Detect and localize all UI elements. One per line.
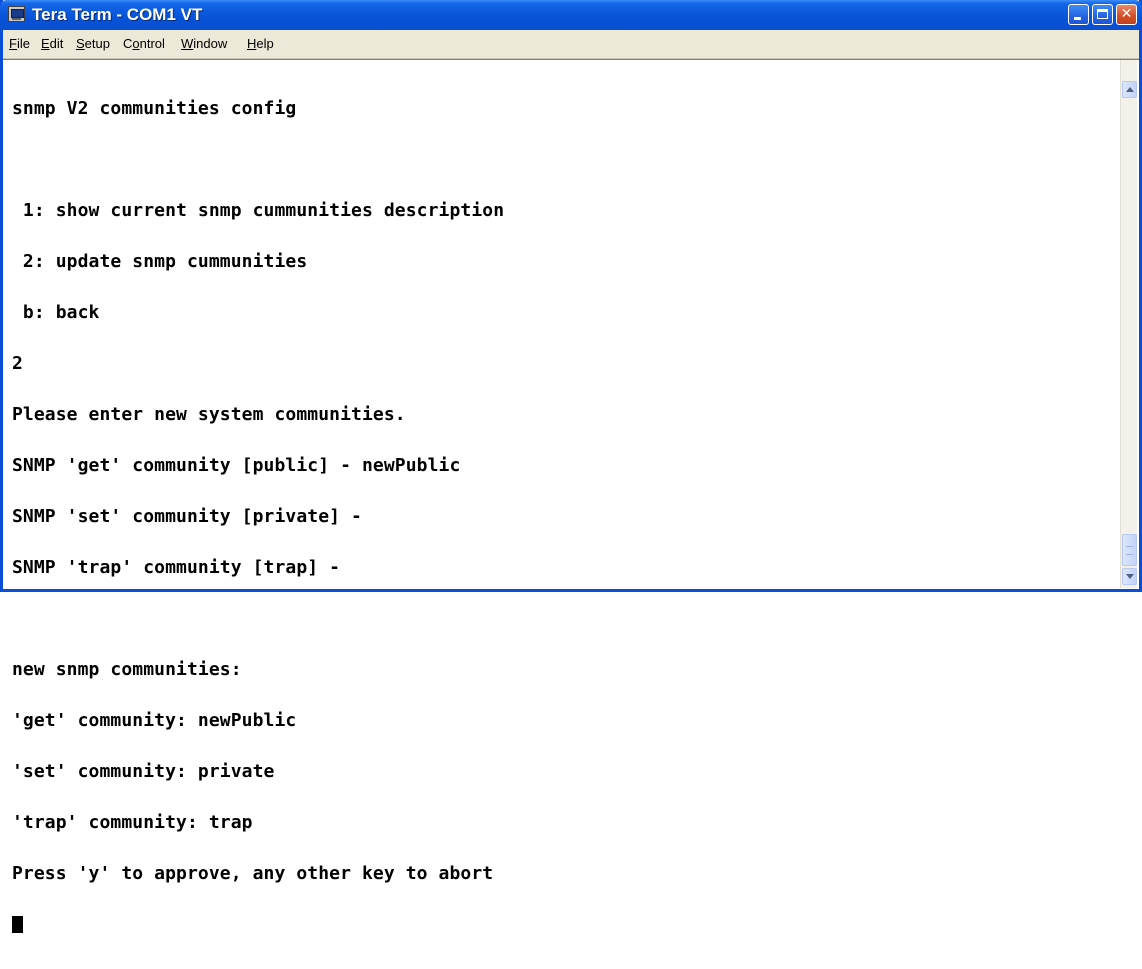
minimize-button[interactable] <box>1068 4 1089 25</box>
app-window: Tera Term - COM1 VT File Edit Setup Cont… <box>0 0 1142 933</box>
window-title: Tera Term - COM1 VT <box>32 5 203 24</box>
terminal-line: SNMP 'get' community [public] - newPubli… <box>12 455 461 476</box>
menu-help-access-key: H <box>247 36 257 51</box>
menu-edit-access-key: E <box>41 36 50 51</box>
menu-setup-access-key: S <box>76 36 85 51</box>
menu-file[interactable]: File <box>9 36 30 51</box>
maximize-button[interactable] <box>1092 4 1113 25</box>
terminal-output[interactable]: snmp V2 communities config 1: show curre… <box>12 66 1112 933</box>
terminal-cursor <box>12 916 23 933</box>
scroll-thumb[interactable] <box>1122 534 1137 566</box>
terminal-line: new snmp communities: <box>12 659 242 680</box>
scroll-down-button[interactable] <box>1122 568 1137 585</box>
menu-setup[interactable]: Setup <box>76 36 110 51</box>
vertical-scrollbar[interactable] <box>1120 60 1137 588</box>
cursor-line <box>12 916 1112 933</box>
terminal-line: 'trap' community: trap <box>12 812 253 833</box>
terminal-line: 2: update snmp cummunities <box>12 251 308 272</box>
terminal-line: snmp V2 communities config <box>12 98 297 119</box>
scroll-up-button[interactable] <box>1122 81 1137 98</box>
terminal-line: 2 <box>12 353 23 374</box>
terminal-line: 'set' community: private <box>12 761 275 782</box>
terminal-line: Press 'y' to approve, any other key to a… <box>12 863 494 884</box>
terminal-line: b: back <box>12 302 100 323</box>
terminal-line: SNMP 'trap' community [trap] - <box>12 557 341 578</box>
terminal-line: 'get' community: newPublic <box>12 710 297 731</box>
terminal-line: SNMP 'set' community [private] - <box>12 506 362 527</box>
terminal-line: 1: show current snmp cummunities descrip… <box>12 200 505 221</box>
title-bar[interactable]: Tera Term - COM1 VT <box>0 0 1142 30</box>
terminal-client-area[interactable]: snmp V2 communities config 1: show curre… <box>3 59 1139 933</box>
menu-bar: File Edit Setup Control Window Help <box>3 30 1139 59</box>
menu-control-access-key: o <box>132 36 140 51</box>
menu-help[interactable]: Help <box>247 36 274 51</box>
menu-window-access-key: W <box>181 36 194 51</box>
menu-window[interactable]: Window <box>181 36 227 51</box>
menu-control[interactable]: Control <box>123 36 165 51</box>
terminal-line: Please enter new system communities. <box>12 404 406 425</box>
menu-edit[interactable]: Edit <box>41 36 63 51</box>
close-button[interactable] <box>1116 4 1137 25</box>
terminal-app-icon[interactable] <box>8 6 25 22</box>
menu-file-access-key: F <box>9 36 17 51</box>
